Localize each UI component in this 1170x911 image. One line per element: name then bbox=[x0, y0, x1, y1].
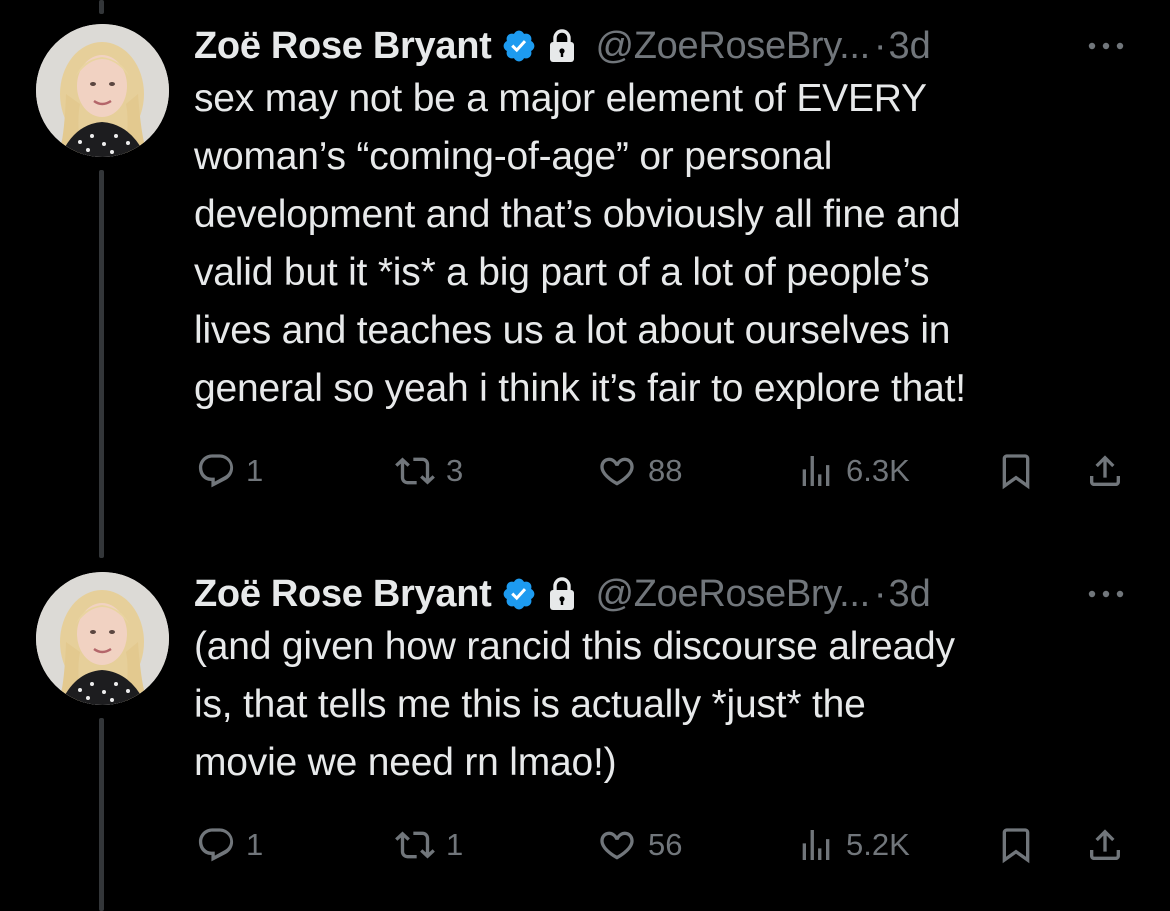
share-button[interactable] bbox=[1084, 820, 1126, 870]
timestamp[interactable]: 3d bbox=[889, 573, 931, 616]
more-icon[interactable] bbox=[1084, 579, 1128, 609]
separator-dot: · bbox=[873, 572, 887, 615]
like-icon bbox=[600, 831, 634, 860]
like-count: 88 bbox=[648, 453, 683, 488]
like-count: 56 bbox=[648, 827, 683, 862]
user-handle[interactable]: @ZoeRoseBry... bbox=[595, 25, 870, 68]
separator-dot: · bbox=[873, 24, 887, 67]
repost-icon bbox=[395, 831, 435, 859]
timestamp[interactable]: 3d bbox=[889, 25, 931, 68]
reply-button[interactable]: 1 bbox=[196, 446, 263, 496]
tweet-actions: 1 3 88 6.3K bbox=[0, 446, 1170, 496]
bookmark-button[interactable] bbox=[996, 446, 1036, 496]
views-icon bbox=[802, 830, 830, 860]
more-icon[interactable] bbox=[1084, 31, 1128, 61]
display-name[interactable]: Zoë Rose Bryant bbox=[194, 25, 492, 68]
thread-line bbox=[99, 0, 104, 14]
reply-count: 1 bbox=[246, 827, 264, 862]
tweet-header: Zoë Rose Bryant @ZoeRoseBry... · 3d bbox=[194, 16, 931, 76]
avatar-image bbox=[36, 24, 169, 157]
repost-count: 1 bbox=[446, 827, 464, 862]
like-button[interactable]: 56 bbox=[596, 820, 682, 870]
avatar[interactable] bbox=[36, 24, 169, 157]
reply-icon bbox=[198, 454, 234, 488]
repost-button[interactable]: 1 bbox=[394, 820, 463, 870]
reply-count: 1 bbox=[246, 453, 264, 488]
views-button[interactable]: 6.3K bbox=[796, 446, 910, 496]
like-icon bbox=[600, 457, 634, 486]
views-button[interactable]: 5.2K bbox=[796, 820, 910, 870]
reply-button[interactable]: 1 bbox=[196, 820, 263, 870]
bookmark-button[interactable] bbox=[996, 820, 1036, 870]
views-icon bbox=[802, 456, 830, 486]
like-button[interactable]: 88 bbox=[596, 446, 682, 496]
tweet[interactable]: Zoë Rose Bryant @ZoeRoseBry... · 3d sex … bbox=[0, 16, 1170, 506]
verified-badge-icon[interactable] bbox=[501, 576, 537, 612]
display-name[interactable]: Zoë Rose Bryant bbox=[194, 573, 492, 616]
share-icon bbox=[1090, 829, 1120, 860]
lock-icon bbox=[550, 29, 575, 62]
user-handle[interactable]: @ZoeRoseBry... bbox=[595, 573, 870, 616]
repost-count: 3 bbox=[446, 453, 464, 488]
tweet-text: (and given how rancid this discourse alr… bbox=[194, 625, 955, 784]
bookmark-icon bbox=[1002, 828, 1030, 864]
tweet[interactable]: Zoë Rose Bryant @ZoeRoseBry... · 3d (and… bbox=[0, 564, 1170, 911]
lock-icon bbox=[550, 577, 575, 610]
reply-icon bbox=[198, 828, 234, 862]
tweet-text: sex may not be a major element of EVERY … bbox=[194, 77, 966, 410]
verified-badge-icon[interactable] bbox=[501, 28, 537, 64]
repost-icon bbox=[395, 457, 435, 485]
tweet-actions: 1 1 56 5.2K bbox=[0, 820, 1170, 870]
views-count: 5.2K bbox=[846, 827, 910, 862]
bookmark-icon bbox=[1002, 454, 1030, 490]
avatar-image bbox=[36, 572, 169, 705]
avatar[interactable] bbox=[36, 572, 169, 705]
share-button[interactable] bbox=[1084, 446, 1126, 496]
share-icon bbox=[1090, 455, 1120, 486]
views-count: 6.3K bbox=[846, 453, 910, 488]
repost-button[interactable]: 3 bbox=[394, 446, 463, 496]
tweet-header: Zoë Rose Bryant @ZoeRoseBry... · 3d bbox=[194, 564, 931, 624]
